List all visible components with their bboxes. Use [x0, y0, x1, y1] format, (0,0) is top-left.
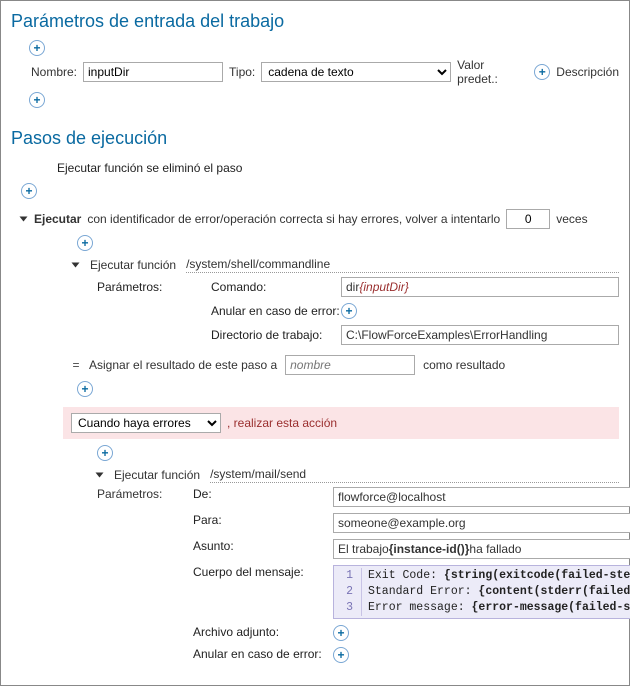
subject-prefix: El trabajo	[338, 542, 389, 556]
add-param-bottom-button[interactable]: +	[29, 92, 45, 108]
subject-label: Asunto:	[193, 539, 333, 553]
error-suffix: , realizar esta acción	[227, 416, 337, 430]
body-label: Cuerpo del mensaje:	[193, 565, 333, 579]
cmd-input[interactable]: dir{inputDir}	[341, 277, 619, 297]
add-substep-mid-button[interactable]: +	[77, 381, 93, 397]
subject-suffix: ha fallado	[469, 542, 521, 556]
from-input[interactable]: flowforce@localhost	[333, 487, 630, 507]
body-codebox[interactable]: 1 Exit Code: {string(exitcode(failed-ste…	[333, 565, 630, 619]
deleted-step-text: Ejecutar función se eliminó el paso	[11, 155, 629, 181]
code-line: 2 Standard Error: {content(stderr(failed…	[334, 584, 630, 600]
line-num: 1	[334, 568, 362, 584]
equals-icon: =	[71, 358, 81, 372]
params2-label: Parámetros:	[97, 487, 193, 501]
retry-step-header: Ejecutar con identificador de error/oper…	[11, 205, 629, 233]
assign-name-input[interactable]	[285, 355, 415, 375]
to-input[interactable]: someone@example.org	[333, 513, 630, 533]
abort1-label: Anular en caso de error:	[211, 304, 341, 318]
retry-text-1: con identificador de error/operación cor…	[87, 212, 500, 226]
section-title-input-params: Parámetros de entrada del trabajo	[1, 1, 629, 38]
from-label: De:	[193, 487, 333, 501]
type-label: Tipo:	[229, 65, 255, 79]
params1-label: Parámetros:	[97, 280, 211, 294]
type-select[interactable]: cadena de texto	[261, 62, 451, 82]
retry-count-input[interactable]	[506, 209, 550, 229]
wd-input[interactable]: C:\FlowForceExamples\ErrorHandling	[341, 325, 619, 345]
default-label: Valor predet.:	[457, 58, 528, 86]
error-condition-bar: Cuando haya errores , realizar esta acci…	[63, 407, 619, 439]
add-step-before-button[interactable]: +	[21, 183, 37, 199]
add-substep-top-button[interactable]: +	[77, 235, 93, 251]
wd-label: Directorio de trabajo:	[211, 328, 341, 342]
cmd-label: Comando:	[211, 280, 341, 294]
code-line: 1 Exit Code: {string(exitcode(failed-ste…	[334, 568, 630, 584]
cmd-prefix: dir	[346, 280, 359, 294]
expand-fn2-icon[interactable]	[96, 473, 104, 478]
from-value: flowforce@localhost	[338, 490, 446, 504]
code-line: 3 Error message: {error-message(failed-s…	[334, 600, 630, 616]
fn1-path[interactable]: /system/shell/commandline	[186, 257, 619, 273]
assign-label: Asignar el resultado de este paso a	[89, 358, 277, 372]
assign-row: = Asignar el resultado de este paso a co…	[11, 349, 629, 379]
abort1-add-button[interactable]: +	[341, 303, 357, 319]
subject-input[interactable]: El trabajo {instance-id()} ha fallado	[333, 539, 630, 559]
section-title-steps: Pasos de ejecución	[1, 118, 629, 155]
name-label: Nombre:	[31, 65, 77, 79]
retry-text-2: veces	[556, 212, 587, 226]
add-param-top-button[interactable]: +	[29, 40, 45, 56]
exec-fn2-label: Ejecutar función	[114, 468, 200, 482]
abort2-add-button[interactable]: +	[333, 647, 349, 663]
wd-value: C:\FlowForceExamples\ErrorHandling	[346, 328, 547, 342]
desc-label: Descripción	[556, 65, 619, 79]
to-value: someone@example.org	[338, 516, 466, 530]
to-label: Para:	[193, 513, 333, 527]
param-row: Nombre: Tipo: cadena de texto Valor pred…	[1, 58, 629, 90]
expand-step-icon[interactable]	[20, 217, 28, 222]
abort2-label: Anular en caso de error:	[193, 647, 333, 661]
expand-fn1-icon[interactable]	[72, 263, 80, 268]
add-errorstep-top-button[interactable]: +	[97, 445, 113, 461]
assign-suffix: como resultado	[423, 358, 505, 372]
name-input[interactable]	[83, 62, 223, 82]
exec-label: Ejecutar	[34, 212, 81, 226]
add-default-button[interactable]: +	[534, 64, 550, 80]
error-condition-select[interactable]: Cuando haya errores	[71, 413, 221, 433]
line-num: 3	[334, 600, 362, 616]
attach-label: Archivo adjunto:	[193, 625, 333, 639]
exec-fn1-label: Ejecutar función	[90, 258, 176, 272]
fn2-path[interactable]: /system/mail/send	[210, 467, 619, 483]
line-num: 2	[334, 584, 362, 600]
subject-expr: {instance-id()}	[389, 542, 470, 556]
attach-add-button[interactable]: +	[333, 625, 349, 641]
cmd-var: {inputDir}	[359, 280, 408, 294]
